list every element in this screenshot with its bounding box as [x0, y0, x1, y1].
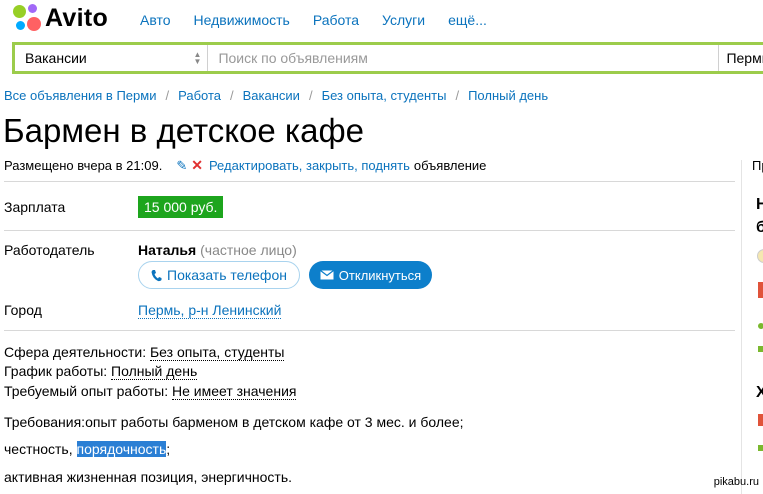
divider	[4, 181, 735, 182]
detail-value[interactable]: Не имеет значения	[171, 383, 297, 400]
breadcrumb-vacancies[interactable]: Вакансии	[243, 88, 300, 103]
description-line: честность, порядочность;	[4, 441, 170, 457]
top-nav: Авто Недвижимость Работа Услуги ещё...	[140, 12, 510, 28]
sidebar-icon	[758, 282, 763, 298]
detail-row-sphere: Сфера деятельности: Без опыта, студенты	[4, 344, 285, 361]
city-link[interactable]: Пермь, р-н Ленинский	[138, 302, 282, 319]
description-line: активная жизненная позиция, энергичность…	[4, 469, 292, 485]
category-select-value: Вакансии	[25, 50, 87, 66]
search-bar: Вакансии ▲▼ Пермь	[12, 42, 763, 74]
breadcrumb-work[interactable]: Работа	[178, 88, 221, 103]
close-icon[interactable]: ✕	[191, 157, 203, 174]
nav-work[interactable]: Работа	[313, 12, 359, 28]
envelope-icon	[319, 270, 334, 280]
detail-row-schedule: График работы: Полный день	[4, 363, 198, 380]
sidebar-icon	[758, 323, 763, 329]
detail-row-experience: Требуемый опыт работы: Не имеет значения	[4, 383, 297, 400]
apply-button[interactable]: Откликнуться	[309, 261, 432, 289]
salary-label: Зарплата	[4, 199, 66, 215]
breadcrumb-separator: /	[230, 88, 234, 103]
description-text: честность,	[4, 441, 73, 457]
sidebar-icon	[757, 249, 763, 263]
city-select[interactable]: Пермь	[718, 45, 763, 71]
pencil-icon[interactable]: ✎	[176, 158, 187, 174]
employer-type: (частное лицо)	[200, 242, 297, 258]
sidebar-fragment: Пр	[752, 158, 763, 173]
category-select[interactable]: Вакансии ▲ ▼	[15, 45, 209, 71]
phone-icon	[151, 269, 162, 281]
avito-logo[interactable]: Avito	[12, 3, 108, 33]
sidebar-icon	[758, 346, 763, 352]
sidebar-icon	[758, 414, 763, 426]
selected-text: порядочность	[76, 441, 167, 457]
nav-auto[interactable]: Авто	[140, 12, 171, 28]
nav-realty[interactable]: Недвижимость	[194, 12, 290, 28]
employer-name: Наталья	[138, 242, 197, 258]
employer-info: Наталья (частное лицо)	[138, 242, 297, 258]
divider	[4, 230, 735, 231]
salary-badge: 15 000 руб.	[138, 196, 224, 218]
divider	[4, 330, 735, 331]
breadcrumb-no-experience[interactable]: Без опыта, студенты	[322, 88, 447, 103]
detail-value[interactable]: Без опыта, студенты	[149, 344, 285, 361]
description-text: ;	[166, 441, 171, 457]
posted-date: Размещено вчера в 21:09.	[4, 158, 163, 173]
apply-label: Откликнуться	[338, 267, 422, 283]
edit-ad-link[interactable]: Редактировать, закрыть, поднять	[209, 158, 410, 173]
detail-label: Требуемый опыт работы:	[4, 383, 169, 399]
logo-dots-icon	[12, 3, 42, 33]
page-title: Бармен в детское кафе	[3, 112, 364, 149]
sidebar-fragment: Х	[756, 384, 763, 401]
logo-text: Avito	[45, 3, 109, 32]
watermark: pikabu.ru	[713, 476, 759, 488]
breadcrumb-all-ads[interactable]: Все объявления в Перми	[4, 88, 156, 103]
edit-link-suffix: объявление	[413, 158, 487, 173]
breadcrumb: Все объявления в Перми / Работа / Вакансии / Б…	[4, 88, 548, 103]
nav-services[interactable]: Услуги	[382, 12, 425, 28]
sidebar-icon	[758, 445, 763, 451]
sidebar-fragment: б	[756, 219, 763, 236]
detail-value[interactable]: Полный день	[111, 363, 198, 380]
employer-label: Работодатель	[4, 242, 95, 258]
description-line: Требования:опыт работы барменом в детско…	[4, 414, 464, 430]
search-input[interactable]	[208, 45, 719, 71]
detail-label: График работы:	[4, 363, 108, 379]
nav-more[interactable]: ещё...	[448, 12, 487, 28]
breadcrumb-separator: /	[308, 88, 313, 103]
breadcrumb-separator: /	[165, 88, 170, 103]
city-select-value: Пермь	[726, 50, 763, 66]
city-label: Город	[4, 302, 42, 318]
posted-info: Размещено вчера в 21:09. ✎ ✕ Редактирова…	[4, 157, 486, 174]
breadcrumb-separator: /	[455, 88, 460, 103]
show-phone-button[interactable]: Показать телефон	[138, 261, 300, 289]
sidebar-divider	[741, 160, 742, 494]
select-arrows-icon: ▲ ▼	[193, 50, 202, 66]
show-phone-label: Показать телефон	[167, 267, 287, 283]
detail-label: Сфера деятельности:	[4, 344, 147, 360]
sidebar-fragment: Н	[756, 196, 763, 213]
breadcrumb-full-day[interactable]: Полный день	[468, 88, 548, 103]
